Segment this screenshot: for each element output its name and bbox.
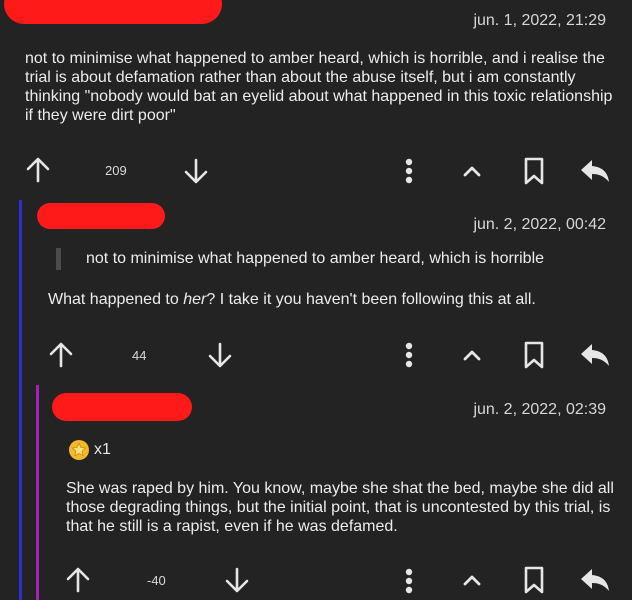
reply-icon (581, 569, 609, 591)
thread-line-depth-2[interactable] (36, 385, 39, 600)
save-button[interactable] (521, 339, 547, 371)
arrow-up-icon (26, 157, 50, 183)
downvote-button[interactable] (223, 566, 251, 594)
arrow-down-icon (208, 342, 232, 368)
award-count: x1 (94, 441, 111, 458)
redacted-username (37, 203, 165, 229)
comment-timestamp: jun. 2, 2022, 00:42 (473, 216, 606, 233)
award-badge[interactable]: x1 (68, 438, 111, 462)
redacted-username (4, 0, 222, 24)
vote-score: 44 (132, 348, 147, 363)
downvote-button[interactable] (206, 341, 234, 369)
upvote-button[interactable] (47, 341, 75, 369)
comment-body: not to minimise what happened to amber h… (25, 50, 613, 124)
redacted-username (52, 393, 192, 421)
more-vertical-icon (405, 342, 413, 368)
comment-timestamp: jun. 1, 2022, 21:29 (473, 12, 606, 29)
chevron-up-icon (463, 350, 481, 361)
more-vertical-icon (405, 158, 413, 184)
comment-timestamp: jun. 2, 2022, 02:39 (473, 401, 606, 418)
arrow-up-icon (49, 342, 73, 368)
collapse-button[interactable] (460, 344, 484, 366)
bookmark-icon (524, 566, 544, 594)
body-text-start: What happened to (48, 291, 184, 308)
upvote-button[interactable] (24, 156, 52, 184)
more-options-button[interactable] (398, 156, 420, 186)
save-button[interactable] (521, 155, 547, 187)
save-button[interactable] (521, 564, 547, 596)
reply-button[interactable] (578, 566, 612, 594)
comment-body: What happened to her? I take it you have… (48, 290, 608, 309)
arrow-up-icon (66, 567, 90, 593)
bookmark-icon (524, 341, 544, 369)
vote-score: -40 (147, 573, 166, 588)
quoted-text: not to minimise what happened to amber h… (86, 250, 545, 267)
bookmark-icon (524, 157, 544, 185)
body-text-end: ? I take it you haven't been following t… (206, 291, 536, 308)
more-options-button[interactable] (398, 566, 420, 596)
vote-score: 209 (105, 163, 127, 178)
more-vertical-icon (405, 568, 413, 594)
arrow-down-icon (184, 158, 208, 184)
chevron-up-icon (463, 575, 481, 586)
body-text-emphasis: her (183, 291, 207, 308)
collapse-button[interactable] (460, 160, 484, 182)
comment-body: She was raped by him. You know, maybe sh… (66, 480, 614, 535)
thread-line-depth-1[interactable] (19, 200, 22, 600)
collapse-button[interactable] (460, 569, 484, 591)
chevron-up-icon (463, 166, 481, 177)
quote-bar (56, 248, 61, 270)
more-options-button[interactable] (398, 340, 420, 370)
arrow-down-icon (225, 567, 249, 593)
reply-button[interactable] (578, 341, 612, 369)
reply-icon (581, 344, 609, 366)
downvote-button[interactable] (182, 157, 210, 185)
award-star-icon (69, 440, 89, 460)
reply-button[interactable] (578, 157, 612, 185)
upvote-button[interactable] (64, 566, 92, 594)
reply-icon (581, 160, 609, 182)
